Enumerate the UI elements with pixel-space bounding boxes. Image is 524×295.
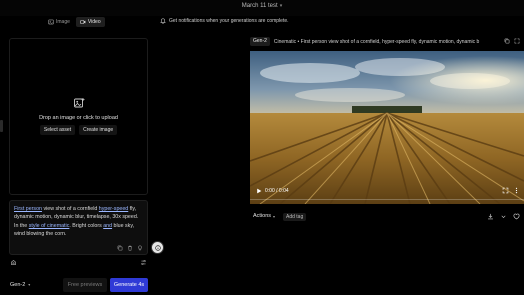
video-controls: 0:00 / 0:04 bbox=[250, 186, 524, 196]
prompt-keyword[interactable]: First person bbox=[14, 206, 42, 212]
notification-text: Get notifications when your generations … bbox=[169, 18, 289, 24]
chevron-down-icon[interactable] bbox=[500, 213, 507, 220]
project-title[interactable]: March 11 test ▾ bbox=[0, 3, 524, 9]
result-header: Gen-2 Cinematic • First person view shot… bbox=[250, 36, 524, 47]
tab-video[interactable]: Video bbox=[75, 17, 105, 27]
result-footer: Actions ▾ Add tag bbox=[250, 212, 524, 223]
actions-label: Actions bbox=[253, 213, 272, 219]
add-tag-button[interactable]: Add tag bbox=[283, 213, 307, 221]
result-header-actions bbox=[504, 38, 520, 44]
prompt-keyword[interactable]: hyper-speed bbox=[99, 206, 128, 212]
tab-image[interactable]: Image bbox=[44, 17, 74, 27]
result-footer-actions bbox=[487, 213, 520, 220]
prompt-segment: . Bright colors bbox=[69, 222, 104, 229]
chevron-down-icon: ▾ bbox=[279, 3, 283, 9]
upload-area: Drop an image or click to upload Select … bbox=[10, 97, 147, 135]
fullscreen-icon[interactable] bbox=[502, 187, 509, 194]
upload-instructions: Drop an image or click to upload bbox=[39, 115, 118, 121]
copy-icon[interactable] bbox=[117, 245, 123, 251]
actions-dropdown[interactable]: Actions ▾ bbox=[253, 213, 275, 219]
chevron-down-icon: ▾ bbox=[28, 282, 31, 287]
cornfield-video-frame bbox=[250, 51, 524, 204]
create-image-button[interactable]: Create image bbox=[79, 125, 118, 135]
model-select[interactable]: Gen-2 ▾ bbox=[10, 278, 30, 292]
project-title-text: March 11 test bbox=[241, 3, 278, 9]
image-icon bbox=[48, 19, 54, 25]
mode-switch: Image Video bbox=[44, 17, 105, 28]
notification-prompt[interactable]: Get notifications when your generations … bbox=[160, 18, 289, 24]
chevron-down-icon: ▾ bbox=[273, 213, 276, 219]
trash-icon[interactable] bbox=[127, 245, 133, 251]
prompt-textarea[interactable]: First person view shot of a cornfield hy… bbox=[9, 200, 148, 255]
model-select-value: Gen-2 bbox=[10, 282, 26, 288]
download-icon[interactable] bbox=[487, 213, 494, 220]
sliders-icon[interactable] bbox=[140, 259, 147, 266]
expand-icon[interactable] bbox=[514, 38, 520, 44]
free-previews-button[interactable]: Free previews bbox=[63, 278, 107, 292]
bell-icon bbox=[160, 18, 166, 24]
prompt-tools bbox=[117, 245, 143, 251]
collapse-handle[interactable] bbox=[0, 120, 3, 132]
player-actions bbox=[502, 187, 520, 194]
select-asset-button[interactable]: Select asset bbox=[39, 125, 76, 135]
camera-settings-icon[interactable] bbox=[10, 259, 17, 266]
model-badge: Gen-2 bbox=[250, 37, 270, 46]
info-icon bbox=[155, 245, 161, 251]
generate-button[interactable]: Generate 4s bbox=[110, 278, 148, 292]
result-prompt-summary: Cinematic • First person view shot of a … bbox=[273, 38, 480, 45]
playback-time: 0:00 / 0:04 bbox=[265, 188, 289, 194]
tab-image-label: Image bbox=[56, 19, 70, 25]
prompt-keyword[interactable]: and bbox=[103, 223, 112, 229]
help-button[interactable] bbox=[151, 241, 164, 254]
top-bar: March 11 test ▾ bbox=[0, 0, 524, 16]
lightbulb-icon[interactable] bbox=[137, 245, 143, 251]
prompt-text[interactable]: First person view shot of a cornfield hy… bbox=[14, 205, 143, 239]
prompt-segment: view shot of a cornfield bbox=[41, 206, 99, 212]
video-icon bbox=[80, 20, 86, 24]
play-icon[interactable] bbox=[256, 188, 262, 194]
copy-icon[interactable] bbox=[504, 38, 510, 44]
image-upload-dropzone[interactable]: Drop an image or click to upload Select … bbox=[9, 38, 148, 195]
more-options-icon[interactable] bbox=[513, 187, 520, 194]
prompt-keyword[interactable]: style of cinematic bbox=[29, 223, 70, 229]
video-player[interactable]: 0:00 / 0:04 bbox=[250, 51, 524, 204]
video-progress-bar[interactable] bbox=[250, 199, 524, 200]
generation-bar: Gen-2 ▾ Free previews Generate 4s bbox=[9, 278, 148, 292]
tab-video-label: Video bbox=[87, 19, 101, 25]
image-upload-icon bbox=[73, 98, 84, 108]
generation-tools bbox=[9, 258, 148, 268]
heart-icon[interactable] bbox=[513, 213, 520, 220]
